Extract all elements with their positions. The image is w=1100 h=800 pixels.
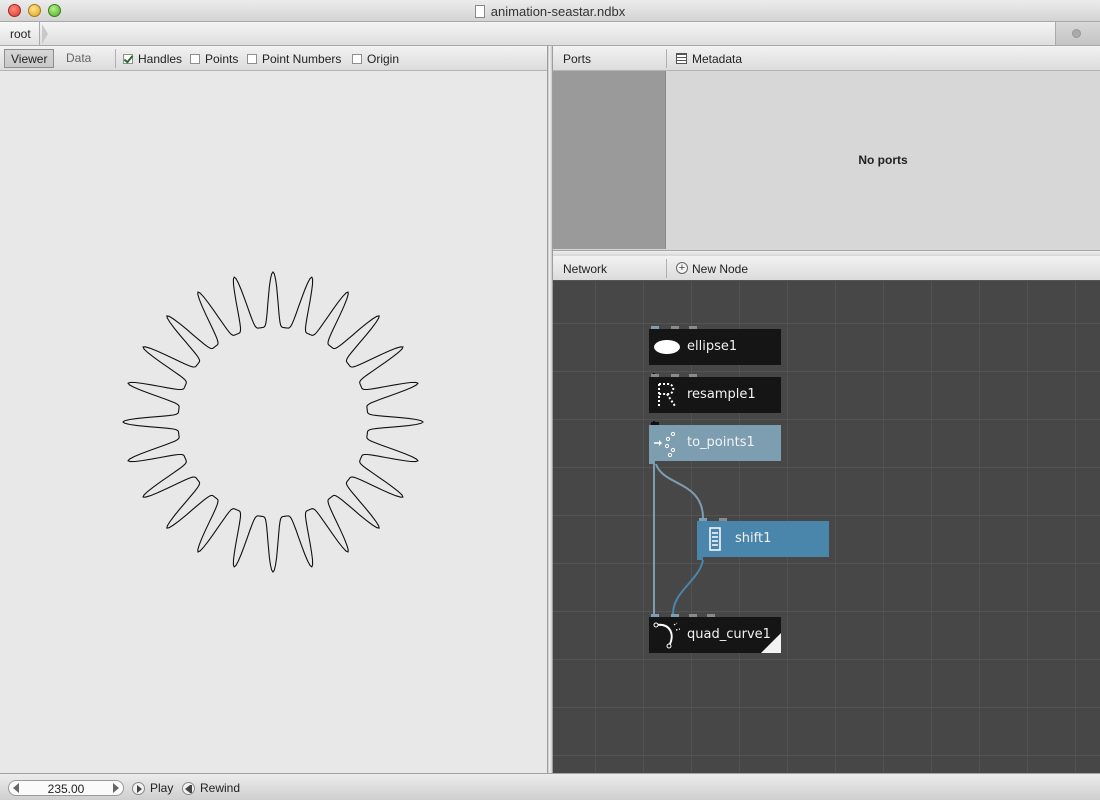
node-port[interactable] xyxy=(699,518,707,521)
viewer-toolbar: Viewer Data Handles Points Point Numbers… xyxy=(0,46,547,71)
wire-topoints-shift xyxy=(655,463,704,519)
header-divider xyxy=(666,49,667,68)
node-port[interactable] xyxy=(651,614,659,617)
checkbox-checked-icon xyxy=(123,54,133,64)
rewind-label: Rewind xyxy=(200,781,241,795)
window-title-text: animation-seastar.ndbx xyxy=(490,4,626,19)
origin-label: Origin xyxy=(367,52,400,66)
seastar-shape xyxy=(122,271,424,573)
node-port[interactable] xyxy=(689,374,697,377)
checkbox-unchecked-icon xyxy=(352,54,362,64)
ellipse-icon xyxy=(654,340,680,354)
seastar-path xyxy=(122,271,424,573)
network-title: Network xyxy=(563,262,608,276)
rewind-icon xyxy=(182,781,195,795)
point-numbers-checkbox[interactable]: Point Numbers xyxy=(247,52,341,66)
breadcrumb-arrow-icon xyxy=(42,24,48,44)
header-divider xyxy=(666,259,667,278)
toggle-icon xyxy=(1072,29,1081,38)
node-port[interactable] xyxy=(689,614,697,617)
node-port[interactable] xyxy=(689,326,697,329)
tab-viewer[interactable]: Viewer xyxy=(4,49,55,68)
node-port[interactable] xyxy=(671,614,679,617)
tab-data[interactable]: Data xyxy=(60,49,97,68)
wire-shift-quadcurve xyxy=(672,559,704,615)
resample-icon xyxy=(658,383,676,407)
increment-frame-icon[interactable] xyxy=(113,783,119,793)
node-to-points1[interactable]: to_points1 xyxy=(649,422,781,464)
node-port[interactable] xyxy=(671,326,679,329)
node-ellipse1[interactable]: ellipse1 xyxy=(649,326,781,365)
ports-header: Ports Metadata xyxy=(553,46,1100,71)
title-bar: animation-seastar.ndbx xyxy=(0,0,1100,22)
metadata-button[interactable]: Metadata xyxy=(692,52,742,66)
node-port[interactable] xyxy=(651,326,659,329)
window-title: animation-seastar.ndbx xyxy=(0,4,1100,19)
new-node-button[interactable]: New Node xyxy=(692,262,748,276)
node-quad-curve1[interactable]: quad_curve1 xyxy=(649,614,781,653)
checkbox-unchecked-icon xyxy=(190,54,200,64)
rewind-button[interactable]: Rewind xyxy=(182,781,240,795)
node-output-port[interactable] xyxy=(697,557,703,560)
node-output-port[interactable] xyxy=(649,461,655,464)
node-port[interactable] xyxy=(719,518,727,521)
node-label: ellipse1 xyxy=(687,339,738,354)
node-label: resample1 xyxy=(687,387,756,402)
breadcrumb-root[interactable]: root xyxy=(0,22,40,45)
node-shift1[interactable]: shift1 xyxy=(697,518,829,560)
ports-panel: No ports xyxy=(553,71,1100,251)
handles-label: Handles xyxy=(138,52,183,66)
checkbox-unchecked-icon xyxy=(247,54,257,64)
ports-list[interactable] xyxy=(553,71,666,249)
node-port[interactable] xyxy=(707,614,715,617)
plus-icon: + xyxy=(676,262,688,274)
play-button[interactable]: Play xyxy=(132,781,173,795)
points-label: Points xyxy=(205,52,239,66)
network-canvas[interactable]: ellipse1 resample1 to_points1 shift1 qua… xyxy=(553,281,1100,773)
node-label: to_points1 xyxy=(687,435,755,450)
no-ports-text: No ports xyxy=(858,153,908,167)
handles-checkbox[interactable]: Handles xyxy=(123,52,182,66)
play-label: Play xyxy=(150,781,174,795)
node-port[interactable] xyxy=(671,374,679,377)
origin-checkbox[interactable]: Origin xyxy=(352,52,399,66)
network-header: Network + New Node xyxy=(553,256,1100,281)
node-label: quad_curve1 xyxy=(687,627,771,642)
status-bar: 235.00 Play Rewind xyxy=(0,773,1100,800)
frame-number-field[interactable]: 235.00 xyxy=(8,780,124,796)
viewer-canvas[interactable] xyxy=(0,71,547,772)
frame-value: 235.00 xyxy=(47,782,85,796)
point-numbers-label: Point Numbers xyxy=(262,52,342,66)
toolbar-toggle-button[interactable] xyxy=(1055,22,1100,45)
metadata-icon xyxy=(676,53,687,64)
node-port[interactable] xyxy=(651,422,659,425)
quad-curve-icon xyxy=(653,622,681,649)
ports-title: Ports xyxy=(563,52,592,66)
to-points-icon xyxy=(654,431,676,457)
document-icon xyxy=(474,5,485,18)
breadcrumb: root xyxy=(0,22,1100,46)
play-icon xyxy=(132,781,145,795)
node-port[interactable] xyxy=(651,374,659,377)
shift-icon xyxy=(709,527,721,551)
node-resample1[interactable]: resample1 xyxy=(649,374,781,413)
node-label: shift1 xyxy=(735,531,772,546)
toolbar-divider xyxy=(115,49,116,68)
rendered-node-indicator xyxy=(761,633,781,653)
points-checkbox[interactable]: Points xyxy=(190,52,238,66)
